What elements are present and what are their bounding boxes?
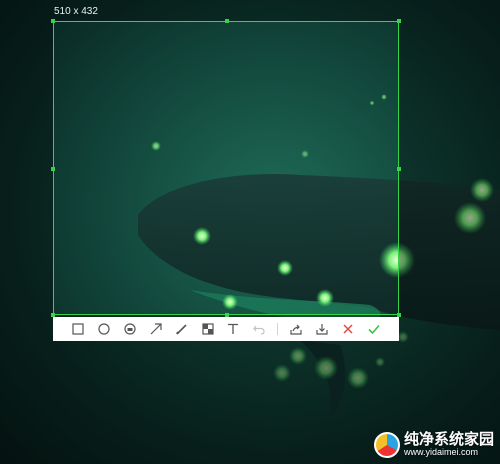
pen-tool[interactable] xyxy=(174,321,190,337)
watermark-title: 纯净系统家园 xyxy=(403,431,494,449)
arrow-tool[interactable] xyxy=(148,321,164,337)
ellipse-tool[interactable] xyxy=(96,321,112,337)
watermark-logo-icon xyxy=(373,432,400,458)
text-tool[interactable] xyxy=(225,321,241,337)
mosaic-tool[interactable] xyxy=(122,321,138,337)
dim-overlay-left xyxy=(0,21,53,315)
close-icon xyxy=(343,324,353,334)
undo-button[interactable] xyxy=(251,321,267,337)
selection-size-label: 510 x 432 xyxy=(54,6,98,17)
circle-icon xyxy=(98,323,110,335)
resize-handle-right[interactable] xyxy=(397,167,401,171)
arrow-icon xyxy=(150,323,162,335)
download-icon xyxy=(316,324,328,335)
check-icon xyxy=(368,324,380,335)
resize-handle-top-left[interactable] xyxy=(51,19,55,23)
resize-handle-top[interactable] xyxy=(225,19,229,23)
resize-handle-left[interactable] xyxy=(51,167,55,171)
dim-overlay-right xyxy=(399,21,500,315)
text-icon xyxy=(228,323,239,334)
capture-selection[interactable] xyxy=(51,19,401,317)
save-button[interactable] xyxy=(314,321,330,337)
rectangle-tool[interactable] xyxy=(70,321,86,337)
mosaic-icon xyxy=(124,323,136,335)
watermark: 纯净系统家园 www.yidaimei.com xyxy=(373,432,494,458)
toolbar-divider xyxy=(277,323,279,335)
blur-icon xyxy=(201,323,214,335)
blur-tool[interactable] xyxy=(200,321,216,337)
watermark-text: 纯净系统家园 www.yidaimei.com xyxy=(404,432,494,457)
resize-handle-top-right[interactable] xyxy=(397,19,401,23)
undo-icon xyxy=(253,325,266,335)
square-icon xyxy=(72,323,84,335)
cancel-button[interactable] xyxy=(340,321,356,337)
confirm-button[interactable] xyxy=(366,321,382,337)
share-icon xyxy=(290,324,302,335)
pen-icon xyxy=(175,324,187,335)
watermark-url: www.yidaimei.com xyxy=(403,447,479,458)
screenshot-toolbar xyxy=(53,317,399,341)
share-button[interactable] xyxy=(288,321,304,337)
